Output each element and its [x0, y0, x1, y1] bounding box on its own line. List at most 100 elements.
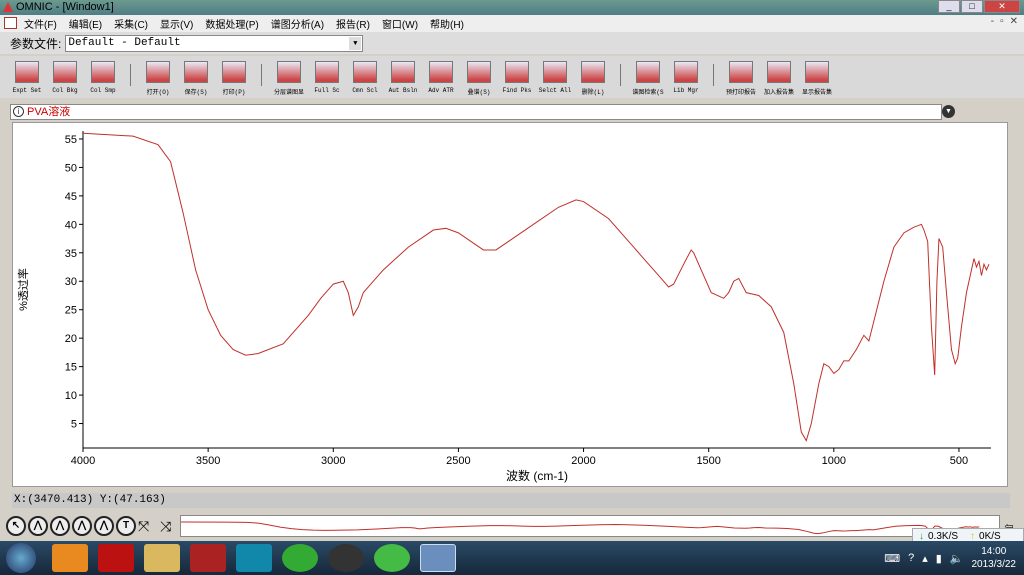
- spectrum-plot[interactable]: 4000 3500 3000 2500 2000 1500 1000 500 5 10 15 20 25…: [12, 122, 1008, 487]
- minimize-button[interactable]: _: [938, 0, 960, 13]
- keyboard-icon[interactable]: ⌨: [884, 552, 900, 565]
- toolbar-button[interactable]: Adv ATR: [422, 56, 460, 96]
- overview-svg: [181, 521, 980, 535]
- time: 14:00: [981, 546, 1007, 557]
- toolbar-button[interactable]: Col Bkg: [46, 56, 84, 96]
- taskbar: ⌨? ▴ ▮ 🔈 14:00 2013/3/22: [0, 541, 1024, 575]
- menu-item[interactable]: 编辑(E): [69, 16, 102, 31]
- toolbar-button[interactable]: 删除(L): [574, 56, 612, 96]
- y-tick-label: 55: [65, 134, 77, 146]
- toolbar-icon: [184, 61, 208, 83]
- maximize-button[interactable]: □: [961, 0, 983, 13]
- toolbar-button[interactable]: Cmn Scl: [346, 56, 384, 96]
- taskbar-app-m-icon[interactable]: [98, 544, 134, 572]
- toolbar-label: Cmn Scl: [352, 87, 378, 94]
- peak-area-tool-icon[interactable]: ⋀: [72, 516, 92, 536]
- profile-select[interactable]: Default - Default ▼: [65, 34, 364, 52]
- toolbar-button[interactable]: 打开(O): [139, 56, 177, 96]
- taskbar-app-green-icon[interactable]: [374, 544, 410, 572]
- toolbar-button[interactable]: 打印(P): [215, 56, 253, 96]
- child-minimize-button[interactable]: -: [991, 16, 994, 27]
- shrink-icon[interactable]: ⤨: [160, 518, 174, 535]
- x-tick-label: 4000: [71, 455, 95, 467]
- toolbar-button[interactable]: 预打印报告: [722, 56, 760, 96]
- toolbar-button[interactable]: 叠谱(S): [460, 56, 498, 96]
- start-button[interactable]: [6, 543, 36, 573]
- toolbar-label: 保存(S): [184, 89, 208, 96]
- toolbar-label: Full Sc: [314, 87, 340, 94]
- show-hidden-icon[interactable]: ▴: [922, 552, 928, 565]
- toolbar-button[interactable]: Aut Bsln: [384, 56, 422, 96]
- toolbar-label: 加入报告集: [763, 89, 794, 96]
- menu-item[interactable]: 采集(C): [114, 16, 148, 31]
- taskbar-app-7zip-icon[interactable]: [52, 544, 88, 572]
- expand-icon[interactable]: ⤧: [138, 518, 160, 535]
- toolbar-icon: [729, 61, 753, 83]
- child-close-button[interactable]: ✕: [1010, 16, 1018, 27]
- y-tick-label: 10: [65, 390, 77, 402]
- toolbar-button[interactable]: Col Smp: [84, 56, 122, 96]
- toolbar-button[interactable]: 谱图检索(S: [629, 56, 667, 96]
- toolbar-icon: [429, 61, 453, 83]
- toolbar-button[interactable]: Find Pks: [498, 56, 536, 96]
- info-icon: i: [13, 106, 24, 117]
- upload-icon: ↑: [970, 530, 976, 542]
- title-bar: OMNIC - [Window1] _ □ ✕: [0, 0, 1024, 15]
- menu-item[interactable]: 数据处理(P): [205, 16, 258, 31]
- y-tick-label: 35: [65, 248, 77, 260]
- region-tool-icon[interactable]: ⋀: [28, 516, 48, 536]
- clock[interactable]: 14:00 2013/3/22: [972, 545, 1017, 571]
- toolbar-label: 叠谱(S): [467, 89, 491, 96]
- spectrum-title-field[interactable]: i PVA溶液 ▼: [10, 104, 955, 120]
- taskbar-utorrent-icon[interactable]: [282, 544, 318, 572]
- overview-pane[interactable]: [180, 515, 1000, 537]
- overview-line: [181, 521, 980, 535]
- toolbar-separator: [620, 64, 621, 86]
- toolbar-icon: [805, 61, 829, 83]
- toolbar-icon: [15, 61, 39, 83]
- toolbar-button[interactable]: Selct All: [536, 56, 574, 96]
- toolbar-button[interactable]: Expt Set: [8, 56, 46, 96]
- taskbar-qq-icon[interactable]: [328, 544, 364, 572]
- toolbar-button[interactable]: 分层谱图显: [270, 56, 308, 96]
- child-restore-button[interactable]: ▫: [1000, 16, 1004, 27]
- toolbar-icon: [277, 61, 301, 83]
- toolbar-icon: [581, 61, 605, 83]
- dropdown-icon[interactable]: ▼: [942, 105, 955, 118]
- menu-item[interactable]: 谱图分析(A): [271, 16, 324, 31]
- menu-item[interactable]: 显示(V): [160, 16, 193, 31]
- menu-item[interactable]: 文件(F): [24, 16, 57, 31]
- x-tick-label: 1000: [822, 455, 846, 467]
- toolbar-icon: [222, 61, 246, 83]
- toolbar-label: 删除(L): [581, 89, 605, 96]
- menu-item[interactable]: 报告(R): [336, 16, 370, 31]
- help-icon[interactable]: ?: [908, 552, 914, 564]
- text-tool-icon[interactable]: T: [116, 516, 136, 536]
- taskbar-app-pdf-icon[interactable]: [190, 544, 226, 572]
- toolbar-button[interactable]: Lib Mgr: [667, 56, 705, 96]
- spectrum-title: PVA溶液: [27, 106, 71, 118]
- menu-item[interactable]: 窗口(W): [382, 16, 418, 31]
- omnic-logo-icon: [3, 2, 13, 12]
- network-icon[interactable]: ▮: [936, 552, 942, 565]
- toolbar-button[interactable]: Full Sc: [308, 56, 346, 96]
- toolbar-button[interactable]: 显示报告集: [798, 56, 836, 96]
- taskbar-app-blue-icon[interactable]: [236, 544, 272, 572]
- toolbar-label: Col Smp: [90, 87, 116, 94]
- toolbar-button[interactable]: 保存(S): [177, 56, 215, 96]
- toolbar-label: Lib Mgr: [673, 87, 699, 94]
- toolbar-button[interactable]: 加入报告集: [760, 56, 798, 96]
- taskbar-omnic-icon[interactable]: [420, 544, 456, 572]
- taskbar-explorer-icon[interactable]: [144, 544, 180, 572]
- document-icon: [4, 17, 17, 29]
- close-button[interactable]: ✕: [984, 0, 1020, 13]
- toolbar-label: 显示报告集: [801, 89, 832, 96]
- toolbar-icon: [91, 61, 115, 83]
- peak-height-tool-icon[interactable]: ⋀: [50, 516, 70, 536]
- profile-bar: 参数文件: Default - Default ▼: [0, 32, 1024, 54]
- pointer-tool-icon[interactable]: ↖: [6, 516, 26, 536]
- profile-value: Default - Default: [68, 36, 181, 49]
- volume-icon[interactable]: 🔈: [950, 552, 964, 565]
- menu-item[interactable]: 帮助(H): [430, 16, 464, 31]
- baseline-tool-icon[interactable]: ⋀: [94, 516, 114, 536]
